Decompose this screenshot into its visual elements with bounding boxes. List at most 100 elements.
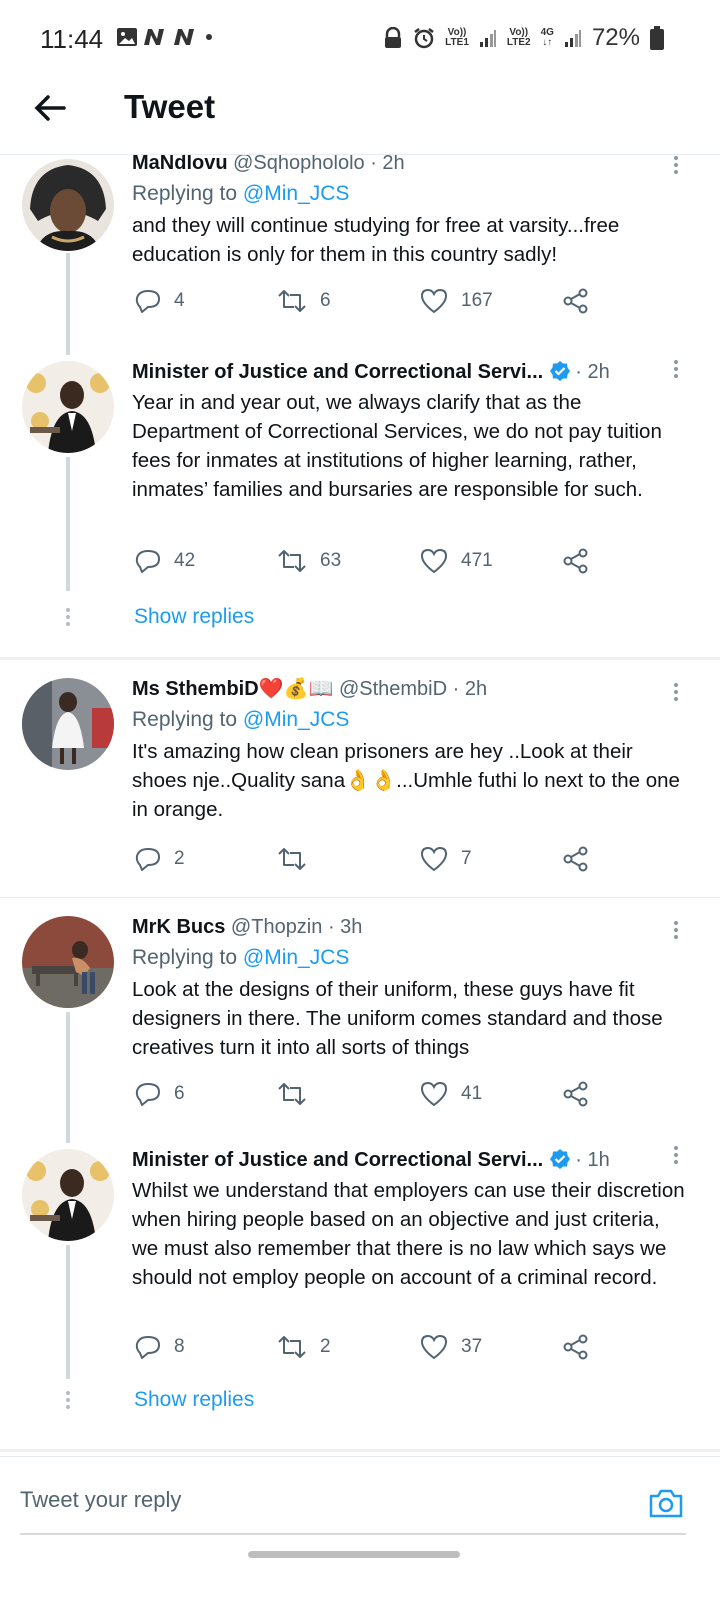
tweet-item[interactable]: Ms SthembiD❤️💰📖 @SthembiD · 2h Replying …	[0, 660, 720, 896]
author-handle[interactable]: @Thopzin	[231, 916, 322, 938]
divider	[0, 1449, 720, 1452]
retweet-button[interactable]	[276, 1080, 320, 1108]
like-button[interactable]: 167	[419, 287, 493, 315]
lte1-indicator: Vo)) LTE1	[445, 27, 469, 48]
retweet-icon	[278, 290, 306, 312]
lte2-indicator: Vo)) LTE2	[506, 27, 531, 48]
avatar[interactable]	[22, 361, 114, 453]
replying-to-link[interactable]: @Min_JCS	[243, 708, 350, 731]
tweet-actions: 2 7	[134, 845, 604, 879]
tweet-body: Minister of Justice and Correctional Ser…	[132, 360, 690, 504]
reply-button[interactable]: 2	[134, 845, 185, 873]
tweet-text: Year in and year out, we always clarify …	[132, 391, 662, 501]
author-name[interactable]: Minister of Justice and Correctional Ser…	[132, 361, 543, 383]
show-replies-link[interactable]: Show replies	[134, 605, 254, 629]
retweet-button[interactable]	[276, 845, 320, 873]
app-n-icon	[144, 29, 164, 45]
more-options-button[interactable]	[672, 680, 680, 704]
verified-badge-icon	[550, 361, 571, 381]
status-time: 11:44	[40, 24, 104, 54]
share-button[interactable]	[562, 547, 590, 575]
author-name[interactable]: Ms SthembiD❤️💰📖	[132, 678, 333, 700]
avatar[interactable]	[22, 916, 114, 1008]
author-name[interactable]: MaNdlovu	[132, 155, 228, 174]
reply-count: 42	[174, 550, 196, 571]
share-icon	[563, 288, 588, 314]
retweet-button[interactable]: 2	[276, 1333, 331, 1361]
heart-icon	[420, 548, 448, 574]
like-button[interactable]: 41	[419, 1080, 482, 1108]
more-options-button[interactable]	[672, 918, 680, 942]
like-count: 7	[461, 848, 472, 869]
system-icons: Vo)) LTE1 Vo)) LTE2 4G ↓↑ 72%	[383, 24, 664, 52]
share-button[interactable]	[562, 1080, 590, 1108]
network-4g-indicator: 4G ↓↑	[540, 27, 554, 48]
alarm-icon	[414, 28, 434, 49]
home-indicator[interactable]	[248, 1551, 460, 1558]
tweet-author: MrK Bucs @Thopzin · 3h	[132, 915, 690, 939]
author-name[interactable]: MrK Bucs	[132, 916, 225, 938]
like-count: 167	[461, 290, 493, 311]
reply-input[interactable]: Tweet your reply	[20, 1487, 630, 1513]
camera-button[interactable]	[648, 1485, 684, 1521]
tweet-body: MrK Bucs @Thopzin · 3h Replying to @Min_…	[132, 915, 690, 1062]
reply-icon	[135, 848, 160, 871]
reply-button[interactable]: 4	[134, 287, 185, 315]
tweet-body: MaNdlovu @Sqhophololo · 2h Replying to @…	[132, 155, 690, 269]
verified-badge-icon	[550, 1149, 571, 1169]
tweet-time: · 2h	[370, 155, 405, 174]
replying-to-link[interactable]: @Min_JCS	[243, 946, 350, 969]
reply-count: 6	[174, 1083, 185, 1104]
reply-button[interactable]: 8	[134, 1333, 185, 1361]
share-button[interactable]	[562, 1333, 590, 1361]
tweet-item[interactable]: MrK Bucs @Thopzin · 3h Replying to @Min_…	[0, 898, 720, 1143]
show-replies-link[interactable]: Show replies	[134, 1388, 254, 1412]
retweet-button[interactable]: 63	[276, 547, 341, 575]
more-options-button[interactable]	[672, 155, 680, 177]
more-options-button[interactable]	[672, 1143, 680, 1167]
like-button[interactable]: 471	[419, 547, 493, 575]
author-name[interactable]: Minister of Justice and Correctional Ser…	[132, 1149, 543, 1171]
author-handle[interactable]: @SthembiD	[339, 678, 447, 700]
tweet-time: · 2h	[575, 361, 610, 383]
tweet-item[interactable]: Minister of Justice and Correctional Ser…	[0, 355, 720, 657]
status-bar: 11:44 Vo)) LTE1 Vo)) LTE2 4G ↓↑ 72%	[0, 0, 720, 78]
app-header: Tweet	[0, 78, 720, 155]
retweet-icon	[278, 848, 306, 870]
heart-icon	[420, 288, 448, 314]
gallery-icon	[117, 28, 137, 46]
retweet-icon	[278, 1336, 306, 1358]
replying-to-link[interactable]: @Min_JCS	[243, 182, 350, 205]
reply-icon	[135, 1336, 160, 1359]
replying-to-label: Replying to	[132, 708, 238, 731]
author-handle[interactable]: @Sqhophololo	[233, 155, 365, 174]
avatar[interactable]	[22, 159, 114, 251]
like-button[interactable]: 37	[419, 1333, 482, 1361]
reply-button[interactable]: 6	[134, 1080, 185, 1108]
tweet-text: Look at the designs of their uniform, th…	[132, 978, 663, 1059]
reply-button[interactable]: 42	[134, 547, 195, 575]
avatar[interactable]	[22, 678, 114, 770]
like-count: 37	[461, 1336, 483, 1357]
dot-icon	[206, 34, 212, 40]
reply-icon	[135, 290, 160, 313]
thread-line	[66, 1012, 70, 1143]
tweet-body: Minister of Justice and Correctional Ser…	[132, 1148, 690, 1292]
tweet-author: MaNdlovu @Sqhophololo · 2h	[132, 155, 690, 175]
thread-line	[66, 1245, 70, 1379]
retweet-icon	[278, 550, 306, 572]
share-button[interactable]	[562, 287, 590, 315]
tweet-item[interactable]: MaNdlovu @Sqhophololo · 2h Replying to @…	[0, 155, 720, 355]
share-button[interactable]	[562, 845, 590, 873]
back-button[interactable]	[30, 88, 70, 128]
tweet-time: · 2h	[452, 678, 488, 700]
input-underline	[20, 1533, 686, 1535]
like-count: 41	[461, 1083, 483, 1104]
reply-composer: Tweet your reply	[0, 1456, 720, 1601]
tweet-actions: 42 63 471	[134, 547, 604, 581]
more-options-button[interactable]	[672, 357, 680, 381]
like-button[interactable]: 7	[419, 845, 472, 873]
tweet-item[interactable]: Minister of Justice and Correctional Ser…	[0, 1143, 720, 1453]
avatar[interactable]	[22, 1149, 114, 1241]
retweet-button[interactable]: 6	[276, 287, 331, 315]
